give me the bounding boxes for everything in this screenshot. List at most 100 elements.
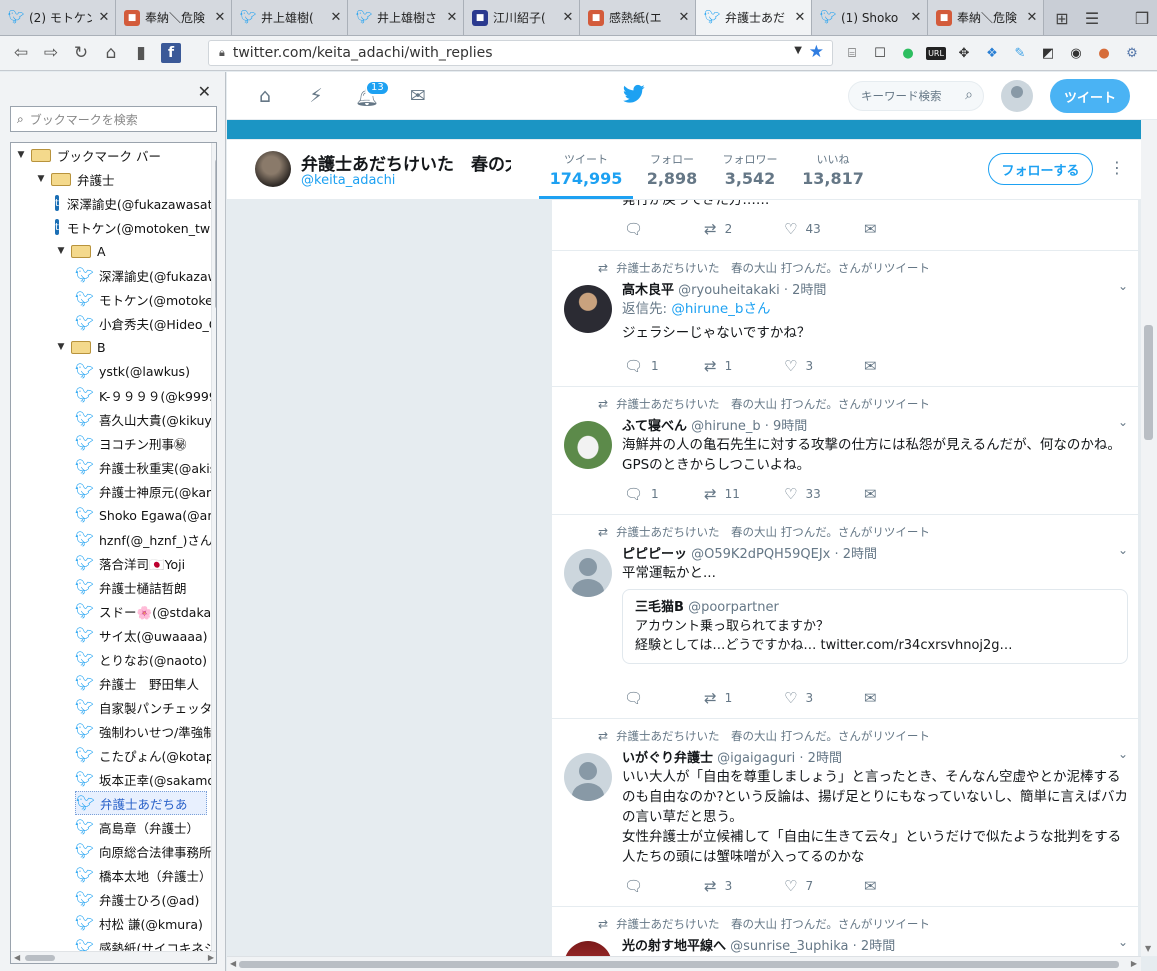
bookmark-item[interactable]: 🐦︎小倉秀夫(@Hideo_Ogura) (75, 311, 216, 335)
bookmark-item[interactable]: 🐦︎ 弁護士 野田隼人 (75, 671, 207, 695)
bookmark-item[interactable]: 🐦︎弁護士神原元(@kambara7) (75, 479, 216, 503)
tweet-avatar[interactable] (564, 549, 612, 597)
tab-overview-icon[interactable]: ❒ (1130, 6, 1154, 30)
bookmark-folder[interactable]: ▼ B (55, 335, 207, 359)
tweet-author-handle[interactable]: @sunrise_3uphika (730, 939, 848, 954)
dm-button[interactable]: ✉ (864, 689, 884, 707)
browser-tab[interactable]: 🐦︎ 井上雄樹(✕ (232, 0, 348, 35)
retweet-button[interactable]: ⇄ 3 (704, 877, 784, 895)
follow-button[interactable]: フォローする (988, 153, 1093, 185)
reply-button[interactable]: 🗨︎ 1 (624, 357, 704, 375)
scroll-up-icon[interactable]: ▲ (216, 146, 217, 155)
scrollbar-thumb[interactable] (1144, 325, 1153, 440)
bookmark-item[interactable]: 🐦︎坂本正幸(@sakamoto) (75, 767, 216, 791)
forward-icon[interactable]: ⇨ (36, 38, 66, 68)
close-icon[interactable]: ✕ (198, 82, 211, 101)
page-horizontal-scrollbar[interactable]: ◀ ▶ (227, 956, 1141, 971)
library-icon[interactable]: ⌸ (840, 40, 864, 66)
tweet[interactable]: ⇄ 弁護士あだちけいた 春の大山 打つんだ。さんがリツイート 高木良平 @ryouh… (552, 251, 1138, 387)
bookmark-item[interactable]: 🐦︎ スドー🌸(@stdaka) (75, 599, 216, 623)
reply-button[interactable]: 🗨︎ (624, 689, 704, 707)
evernote-icon[interactable]: ● (896, 40, 920, 66)
bookmark-item[interactable]: 🐦︎深澤諭史(@fukazawasatoshi) (75, 263, 216, 287)
expand-arrow-icon[interactable]: ▼ (15, 150, 27, 160)
new-tab-icon[interactable]: ⊞ (1050, 6, 1074, 30)
tweet-author-handle[interactable]: @hirune_b (691, 419, 760, 434)
bookmark-item[interactable]: 🐦︎ 高島章（弁護士） (75, 815, 207, 839)
location-icon[interactable]: ◉ (1064, 40, 1088, 66)
retweet-button[interactable]: ⇄ 2 (704, 220, 784, 238)
scroll-right-icon[interactable]: ▶ (208, 953, 214, 962)
chevron-down-icon[interactable]: ⌄ (1118, 935, 1128, 949)
tweet-author-handle[interactable]: @igaigaguri (717, 751, 795, 766)
reply-button[interactable]: 🗨︎ 1 (624, 485, 704, 503)
bookmarks-panel-icon[interactable]: ▮ (126, 38, 156, 68)
dm-button[interactable]: ✉ (864, 357, 884, 375)
bookmark-item[interactable]: 🐦︎ サイ太(@uwaaaa) (75, 623, 208, 647)
close-tab-icon[interactable]: ✕ (909, 10, 923, 25)
stat-following[interactable]: フォロー 2,898 (639, 151, 705, 188)
tweet-avatar[interactable] (564, 753, 612, 801)
close-tab-icon[interactable]: ✕ (1025, 10, 1039, 25)
reload-icon[interactable]: ↻ (66, 38, 96, 68)
bookmark-item[interactable]: 🐦︎モトケン(@motoken_tw) (75, 287, 216, 311)
tweet-time[interactable]: · 2時間 (799, 751, 842, 766)
scrollbar-thumb[interactable] (215, 159, 216, 309)
close-tab-icon[interactable]: ✕ (677, 10, 691, 25)
pen-icon[interactable]: ✎ (1008, 40, 1032, 66)
url-bar[interactable]: 🔒︎ twitter.com/keita_adachi/with_replies… (208, 40, 833, 66)
expand-arrow-icon[interactable]: ▼ (35, 174, 47, 184)
chevron-down-icon[interactable]: ⌄ (1118, 543, 1128, 557)
scrollbar-thumb[interactable] (239, 961, 1119, 968)
close-tab-icon[interactable]: ✕ (793, 10, 807, 25)
chevron-down-icon[interactable]: ⌄ (1118, 279, 1128, 293)
retweet-button[interactable]: ⇄ 1 (704, 357, 784, 375)
reply-to-handle[interactable]: @hirune_b (671, 301, 743, 317)
bookmark-item[interactable]: t モトケン(@motoken_tw) (55, 215, 215, 239)
tweet-author-name[interactable]: いがぐり弁護士 (622, 751, 713, 766)
quoted-tweet[interactable]: 三毛猫B @poorpartner アカウント乗っ取られてますか？ 経験としては…ど… (622, 589, 1128, 664)
browser-tab[interactable]: ■ 奉納＼危険 ✕ (928, 0, 1044, 35)
settings-icon[interactable]: ⚙ (1120, 40, 1144, 66)
bookmark-item[interactable]: 🐦︎ 村松 謙(@kmura) (75, 911, 207, 935)
expand-arrow-icon[interactable]: ▼ (55, 342, 67, 352)
facebook-icon[interactable]: f (156, 38, 186, 68)
browser-tab[interactable]: ■ 江川紹子(✕ (464, 0, 580, 35)
tweet-avatar[interactable] (564, 941, 612, 956)
like-button[interactable]: ♡ 43 (784, 220, 864, 238)
bookmark-folder[interactable]: ▼ ブックマーク バー (15, 143, 207, 167)
tweet[interactable]: ⇄ 弁護士あだちけいた 春の大山 打つんだ。さんがリツイート 光の射す地平線へ @s… (552, 907, 1138, 956)
tweet-time[interactable]: · 2時間 (834, 547, 877, 562)
tweet-author-name[interactable]: 高木良平 (622, 283, 674, 298)
tweet-author-handle[interactable]: @ryouheitakaki (678, 283, 780, 298)
retweet-button[interactable]: ⇄ 1 (704, 689, 784, 707)
stat-likes[interactable]: いいね 13,817 (799, 151, 867, 188)
close-tab-icon[interactable]: ✕ (561, 10, 575, 25)
tweet-author-name[interactable]: 光の射す地平線へ (622, 939, 726, 954)
bookmark-item[interactable]: 🐦︎ ヨコチン刑事㊙︎ (75, 431, 207, 455)
stat-followers[interactable]: フォロワー 3,542 (717, 151, 783, 188)
tweet-author-name[interactable]: ピピピーッ (622, 547, 687, 562)
bookmark-item[interactable]: 🐦︎こたぴょん(@kotapyon) (75, 743, 216, 767)
browser-tab[interactable]: ■ 感熱紙(エ ✕ (580, 0, 696, 35)
scroll-down-icon[interactable]: ▼ (216, 941, 217, 950)
edit-icon[interactable]: ◩ (1036, 40, 1060, 66)
tweet-avatar[interactable] (564, 421, 612, 469)
twitter-logo-icon[interactable] (622, 84, 645, 110)
bookmark-item[interactable]: 🐦︎ 橋本太地（弁護士） (75, 863, 212, 887)
url-dropdown-icon[interactable]: ▼ (794, 45, 802, 56)
bookmark-item[interactable]: 🐦︎ K-９９９９(@k9999) (75, 383, 216, 407)
bookmark-item[interactable]: 🐦︎弁護士秋重実(@akishige) (75, 455, 216, 479)
reply-button[interactable]: 🗨︎ (624, 220, 704, 238)
bookmark-star-icon[interactable]: ★ (809, 42, 824, 62)
bookmark-item[interactable]: 🐦︎ とりなお(@naoto) (75, 647, 207, 671)
stat-tweets[interactable]: ツイート 174,995 (543, 151, 629, 188)
bookmark-item[interactable]: 🐦︎Shoko Egawa(@amneris84) (75, 503, 216, 527)
bookmark-item[interactable]: 🐦︎ ystk(@lawkus) (75, 359, 207, 383)
tweet-partial[interactable]: 発行が戻ってきた方…… 🗨︎ ⇄ 2 ♡ 43 ✉ (552, 200, 1138, 251)
chevron-down-icon[interactable]: ⌄ (1118, 415, 1128, 429)
home-icon[interactable]: ⌂ (96, 38, 126, 68)
messages-icon[interactable]: ✉ (406, 84, 430, 108)
more-options-icon[interactable]: ⋮ (1109, 158, 1125, 177)
bookmark-icon[interactable]: ☐ (868, 40, 892, 66)
